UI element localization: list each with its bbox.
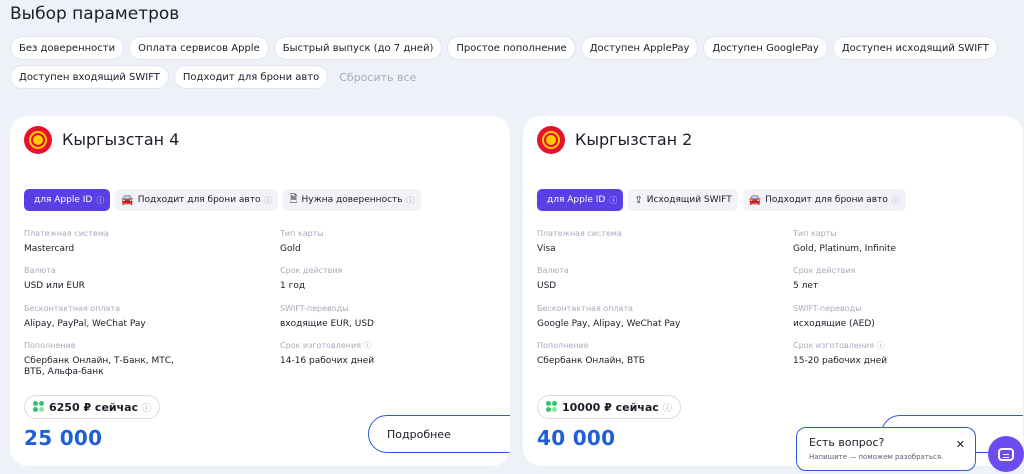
tag-label: Исходящий SWIFT: [646, 195, 732, 205]
chat-icon: [998, 447, 1014, 461]
info-icon[interactable]: ⓘ: [96, 195, 104, 206]
info-icon[interactable]: ⓘ: [264, 195, 272, 206]
filter-chip[interactable]: Доступен входящий SWIFT: [10, 65, 169, 89]
spec-validity: Срок действия 1 год: [280, 266, 343, 291]
spec-payment-system: Платежная система Visa: [537, 229, 622, 254]
tag-apple-id[interactable]: для Apple ID ⓘ: [537, 189, 624, 211]
chat-title: Есть вопрос?: [809, 436, 885, 449]
tag-car-booking[interactable]: 🚘 Подходит для брони авто ⓘ: [115, 189, 279, 211]
clover-icon: [546, 401, 558, 413]
info-icon[interactable]: ⓘ: [892, 195, 900, 206]
close-icon[interactable]: ✕: [956, 438, 965, 451]
card-title: Кыргызстан 2: [575, 130, 693, 149]
details-button[interactable]: Подробнее: [368, 415, 510, 453]
price: 40 000: [537, 426, 616, 450]
car-icon: 🚘: [748, 194, 762, 206]
card-tags: для Apple ID ⓘ ⇪ Исходящий SWIFT 🚘 Подхо…: [537, 189, 906, 211]
filter-chip[interactable]: Доступен исходящий SWIFT: [832, 36, 998, 60]
filter-chip[interactable]: Доступен GooglePay: [703, 36, 828, 60]
spec-contactless: Бесконтактная оплата Google Pay, Alipay,…: [537, 304, 681, 329]
kyrgyzstan-flag-icon: [24, 126, 52, 154]
spec-topup: Пополнение Сбербанк Онлайн, ВТБ: [537, 341, 645, 366]
filter-chips: Без доверенности Оплата сервисов Apple Б…: [10, 36, 1010, 89]
tag-label: для Apple ID: [547, 195, 606, 205]
spec-currency: Валюта USD или EUR: [24, 266, 85, 291]
badge-label: 10000 ₽ сейчас: [562, 400, 659, 414]
tag-apple-id[interactable]: для Apple ID ⓘ: [24, 189, 111, 211]
swift-icon: ⇪: [634, 194, 643, 206]
spec-payment-system: Платежная система Mastercard: [24, 229, 109, 254]
filter-chip[interactable]: Подходит для брони авто: [173, 65, 329, 89]
tag-label: для Apple ID: [34, 195, 93, 205]
info-icon[interactable]: ⓘ: [407, 195, 415, 206]
product-card: Кыргызстан 4 для Apple ID ⓘ 🚘 Подходит д…: [10, 116, 510, 466]
spec-currency: Валюта USD: [537, 266, 569, 291]
spec-card-type: Тип карты Gold, Platinum, Infinite: [793, 229, 897, 254]
tag-label: Нужна доверенность: [301, 195, 403, 205]
spec-swift: SWIFT-переводы входящие EUR, USD: [280, 304, 374, 329]
filter-chip[interactable]: Быстрый выпуск (до 7 дней): [273, 36, 443, 60]
page-title: Выбор параметров: [10, 4, 180, 24]
price: 25 000: [24, 426, 103, 450]
spec-card-type: Тип карты Gold: [280, 229, 324, 254]
car-icon: 🚘: [121, 194, 134, 206]
info-icon[interactable]: ⓘ: [142, 401, 151, 414]
tag-car-booking[interactable]: 🚘 Подходит для брони авто ⓘ: [742, 189, 906, 211]
card-tags: для Apple ID ⓘ 🚘 Подходит для брони авто…: [24, 189, 421, 211]
clover-icon: [33, 401, 45, 413]
chat-subtitle: Напишите — поможем разобраться.: [809, 453, 944, 461]
filter-chip[interactable]: Простое пополнение: [447, 36, 576, 60]
discount-badge: 10000 ₽ сейчас ⓘ: [537, 395, 681, 419]
badge-label: 6250 ₽ сейчас: [49, 400, 139, 414]
tag-power-of-attorney[interactable]: 🗎 Нужна доверенность ⓘ: [283, 189, 421, 211]
card-title: Кыргызстан 4: [62, 130, 180, 149]
filter-chip[interactable]: Без доверенности: [10, 36, 125, 60]
chat-popup[interactable]: Есть вопрос? Напишите — поможем разобрат…: [796, 427, 976, 471]
reset-filters-button[interactable]: Сбросить все: [333, 65, 422, 89]
tag-outgoing-swift[interactable]: ⇪ Исходящий SWIFT: [628, 189, 738, 211]
document-icon: 🗎: [289, 193, 298, 205]
kyrgyzstan-flag-icon: [537, 126, 565, 154]
spec-production: Срок изготовления ⓘ 14-16 рабочих дней: [280, 341, 375, 366]
spec-contactless: Бесконтактная оплата Alipay, PayPal, WeC…: [24, 304, 146, 329]
spec-topup: Пополнение Сбербанк Онлайн, Т-Банк, МТС,…: [24, 341, 174, 377]
product-card: Кыргызстан 2 для Apple ID ⓘ ⇪ Исходящий …: [523, 116, 1023, 466]
spec-validity: Срок действия 5 лет: [793, 266, 856, 291]
info-icon[interactable]: ⓘ: [663, 401, 672, 414]
info-icon[interactable]: ⓘ: [609, 195, 617, 206]
filter-chip[interactable]: Оплата сервисов Apple: [129, 36, 269, 60]
spec-production: Срок изготовления ⓘ 15-20 рабочих дней: [793, 341, 888, 366]
tag-label: Подходит для брони авто: [137, 195, 261, 205]
tag-label: Подходит для брони авто: [765, 195, 888, 205]
spec-swift: SWIFT-переводы исходящие (AED): [793, 304, 875, 329]
info-icon[interactable]: ⓘ: [364, 341, 372, 350]
chat-button[interactable]: [988, 436, 1024, 472]
discount-badge: 6250 ₽ сейчас ⓘ: [24, 395, 161, 419]
info-icon[interactable]: ⓘ: [877, 341, 885, 350]
filter-chip[interactable]: Доступен ApplePay: [580, 36, 699, 60]
